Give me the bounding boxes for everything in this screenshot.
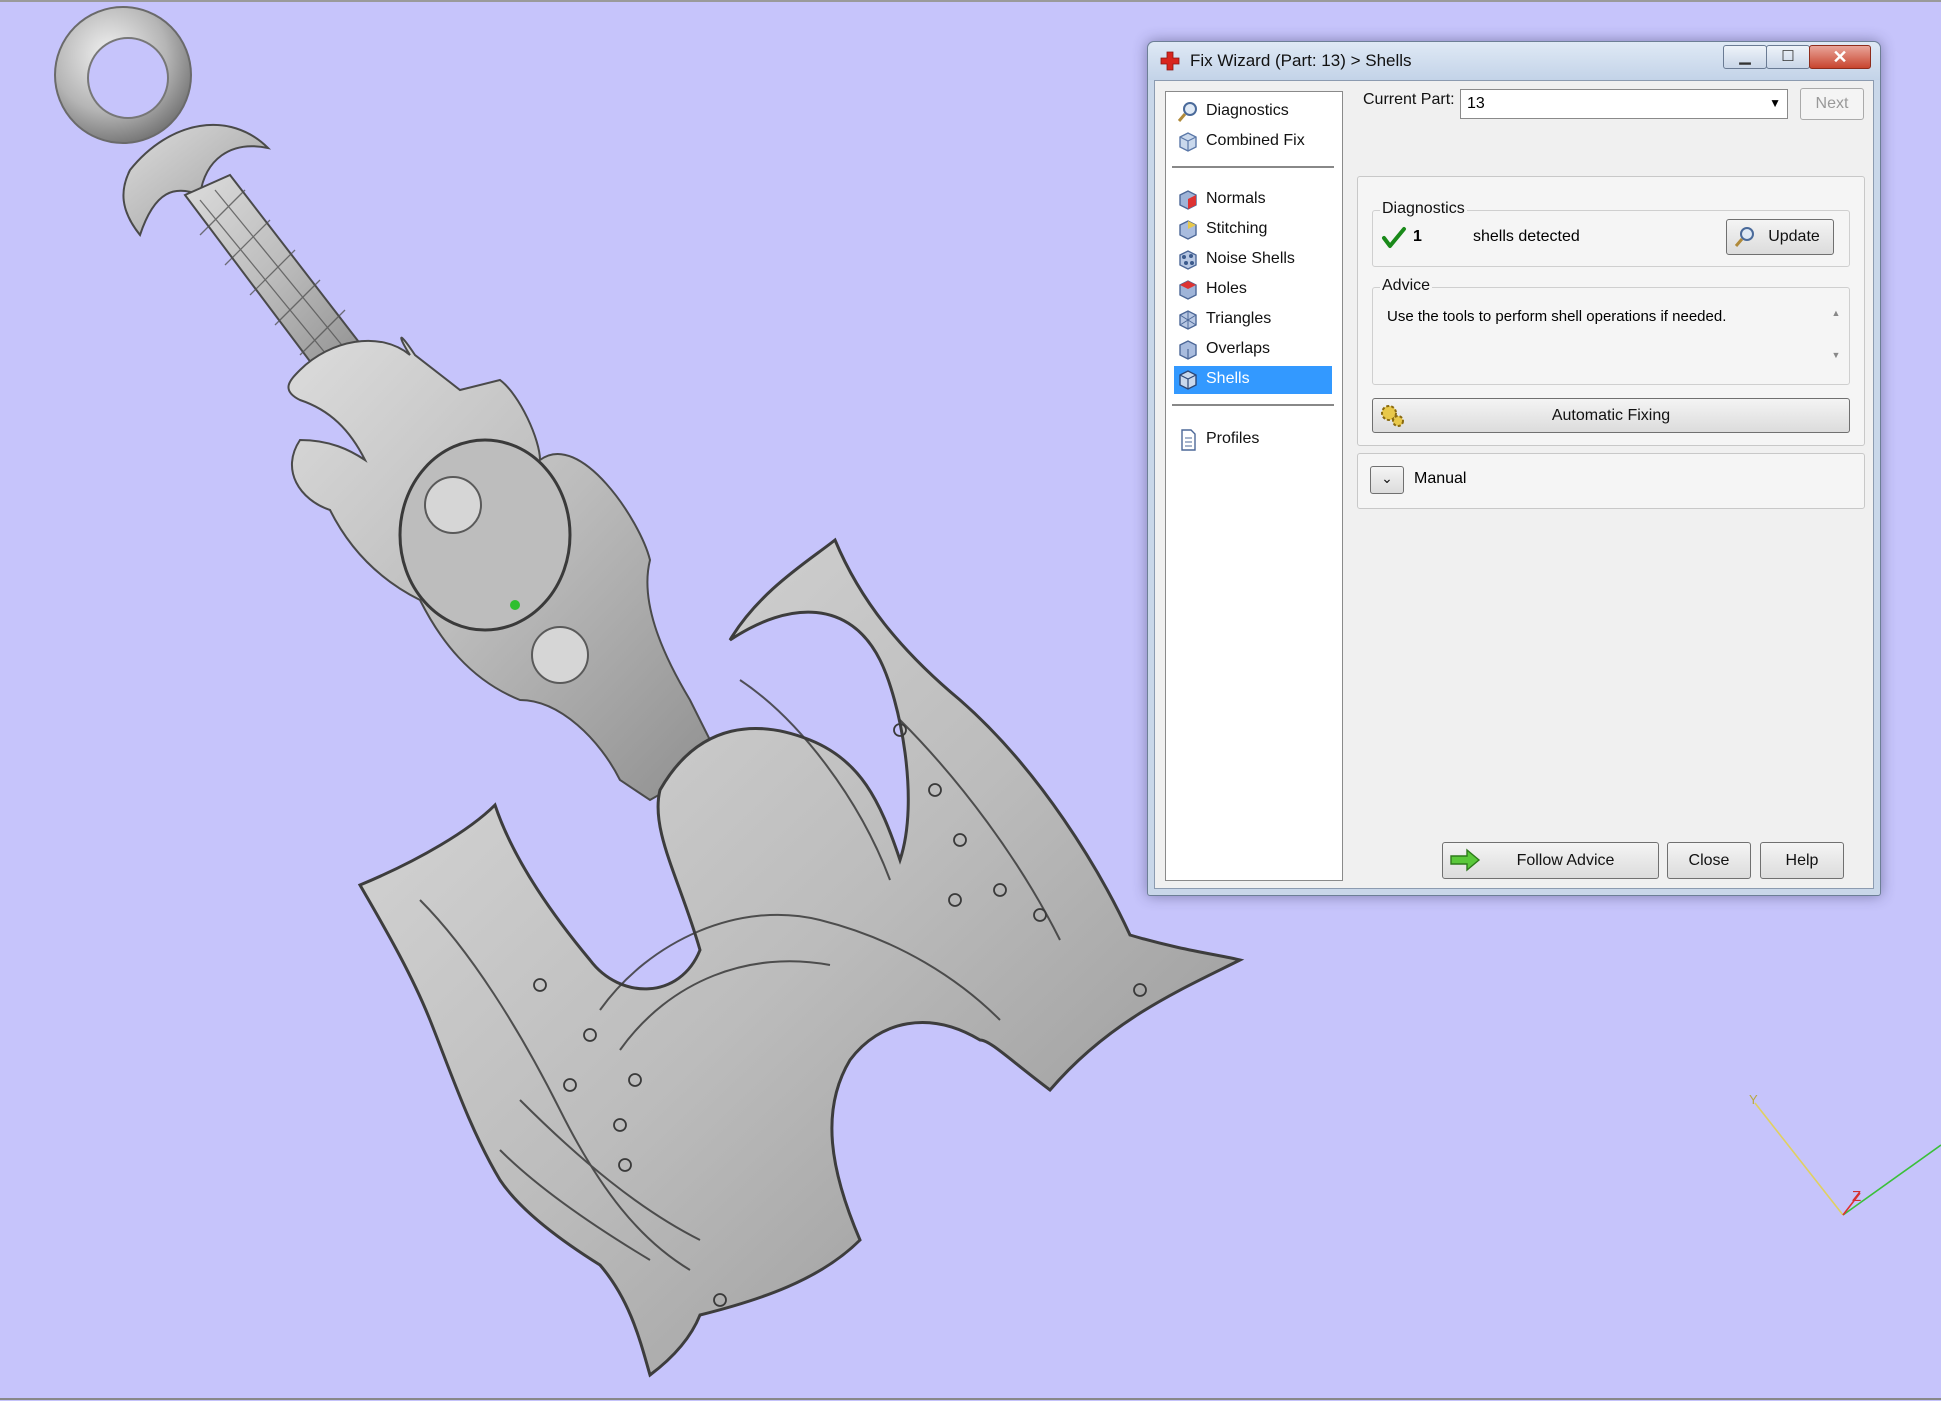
current-part-label: Current Part: — [1363, 91, 1455, 108]
nav-item-label: Stitching — [1206, 220, 1268, 237]
fix-wizard-window: Fix Wizard (Part: 13) > Shells ▁ ☐ ✕ Dia… — [1147, 41, 1881, 896]
magnifier-icon — [1177, 102, 1197, 122]
magnifier-icon — [1734, 227, 1754, 247]
help-label: Help — [1785, 852, 1819, 869]
advice-box: Use the tools to perform shell operation… — [1372, 287, 1850, 385]
manual-expander[interactable]: ⌄ Manual — [1357, 453, 1865, 509]
nav-item-label: Normals — [1206, 190, 1266, 207]
shells-group: 1 shells detected Update Diagnostics Use… — [1357, 176, 1865, 446]
nav-item-profiles[interactable]: Profiles — [1174, 426, 1332, 454]
nav-divider — [1172, 166, 1334, 168]
nav-item-label: Diagnostics — [1206, 102, 1289, 119]
chevron-down-icon: ▼ — [1769, 96, 1781, 110]
advice-text: Use the tools to perform shell operation… — [1387, 308, 1727, 325]
nav-item-label: Triangles — [1206, 310, 1272, 327]
automatic-fixing-label: Automatic Fixing — [1551, 407, 1671, 424]
update-button[interactable]: Update — [1726, 219, 1834, 255]
nav-divider — [1172, 404, 1334, 406]
stitching-cube-icon — [1179, 220, 1197, 240]
cube-icon — [1179, 132, 1197, 152]
advice-scrollbar[interactable]: ▲ ▼ — [1829, 308, 1843, 372]
red-cross-icon — [1160, 51, 1180, 71]
current-part-select[interactable]: 13 ▼ — [1460, 89, 1788, 119]
update-label: Update — [1768, 228, 1820, 245]
nav-item-shells[interactable]: Shells — [1174, 366, 1332, 394]
axis-z-label: Z — [1852, 1188, 1862, 1205]
close-window-button[interactable]: ✕ — [1809, 45, 1871, 69]
noise-shells-icon — [1179, 250, 1197, 270]
window-client: Diagnostics Combined Fix Normals Stitchi… — [1154, 80, 1874, 889]
follow-advice-label: Follow Advice — [1516, 852, 1615, 869]
nav-item-overlaps[interactable]: Overlaps — [1174, 336, 1332, 364]
close-button[interactable]: Close — [1667, 842, 1751, 879]
nav-item-label: Holes — [1206, 280, 1247, 297]
nav-item-label: Noise Shells — [1206, 250, 1295, 267]
shells-count: 1 — [1413, 228, 1422, 245]
nav-item-combined-fix[interactable]: Combined Fix — [1174, 128, 1332, 156]
manual-label: Manual — [1414, 470, 1467, 487]
nav-item-label: Overlaps — [1206, 340, 1271, 357]
window-title: Fix Wizard (Part: 13) > Shells — [1190, 51, 1412, 70]
nav-item-label: Profiles — [1206, 430, 1260, 447]
automatic-fixing-button[interactable]: Automatic Fixing — [1372, 398, 1850, 433]
double-chevron-down-icon: ⌄ — [1381, 470, 1393, 486]
normals-cube-icon — [1179, 190, 1197, 210]
diagnostics-heading: Diagnostics — [1380, 200, 1467, 218]
wizard-nav: Diagnostics Combined Fix Normals Stitchi… — [1165, 91, 1343, 881]
advice-heading: Advice — [1380, 277, 1433, 295]
shells-detected-text: shells detected — [1473, 228, 1580, 245]
follow-advice-button[interactable]: Follow Advice — [1442, 842, 1659, 879]
help-button[interactable]: Help — [1760, 842, 1844, 879]
nav-item-stitching[interactable]: Stitching — [1174, 216, 1332, 244]
minimize-button[interactable]: ▁ — [1723, 45, 1767, 69]
checkmark-icon — [1382, 227, 1406, 248]
overlaps-cube-icon — [1179, 340, 1197, 360]
diagnostics-box: 1 shells detected Update — [1372, 210, 1850, 267]
expand-button[interactable]: ⌄ — [1370, 466, 1404, 494]
current-part-value: 13 — [1467, 95, 1485, 112]
nav-item-diagnostics[interactable]: Diagnostics — [1174, 98, 1332, 126]
nav-item-triangles[interactable]: Triangles — [1174, 306, 1332, 334]
axis-y-label: Y — [1749, 1092, 1758, 1107]
axis-gizmo — [1754, 1102, 1941, 1216]
nav-item-label: Shells — [1206, 370, 1250, 387]
nav-item-normals[interactable]: Normals — [1174, 186, 1332, 214]
nav-item-label: Combined Fix — [1206, 132, 1305, 149]
nav-item-holes[interactable]: Holes — [1174, 276, 1332, 304]
scroll-up-icon[interactable]: ▲ — [1829, 308, 1843, 318]
minimize-icon: ▁ — [1739, 48, 1751, 65]
document-icon — [1181, 429, 1196, 451]
triangles-cube-icon — [1179, 310, 1197, 330]
close-label: Close — [1688, 852, 1730, 869]
maximize-button[interactable]: ☐ — [1766, 45, 1810, 69]
shells-cube-icon — [1179, 370, 1197, 390]
scroll-down-icon[interactable]: ▼ — [1829, 350, 1843, 360]
close-icon: ✕ — [1832, 47, 1848, 67]
nav-item-noise-shells[interactable]: Noise Shells — [1174, 246, 1332, 274]
title-bar[interactable]: Fix Wizard (Part: 13) > Shells ▁ ☐ ✕ — [1148, 42, 1880, 80]
holes-cube-icon — [1179, 280, 1197, 300]
maximize-icon: ☐ — [1781, 48, 1795, 65]
next-button[interactable]: Next — [1800, 88, 1864, 120]
